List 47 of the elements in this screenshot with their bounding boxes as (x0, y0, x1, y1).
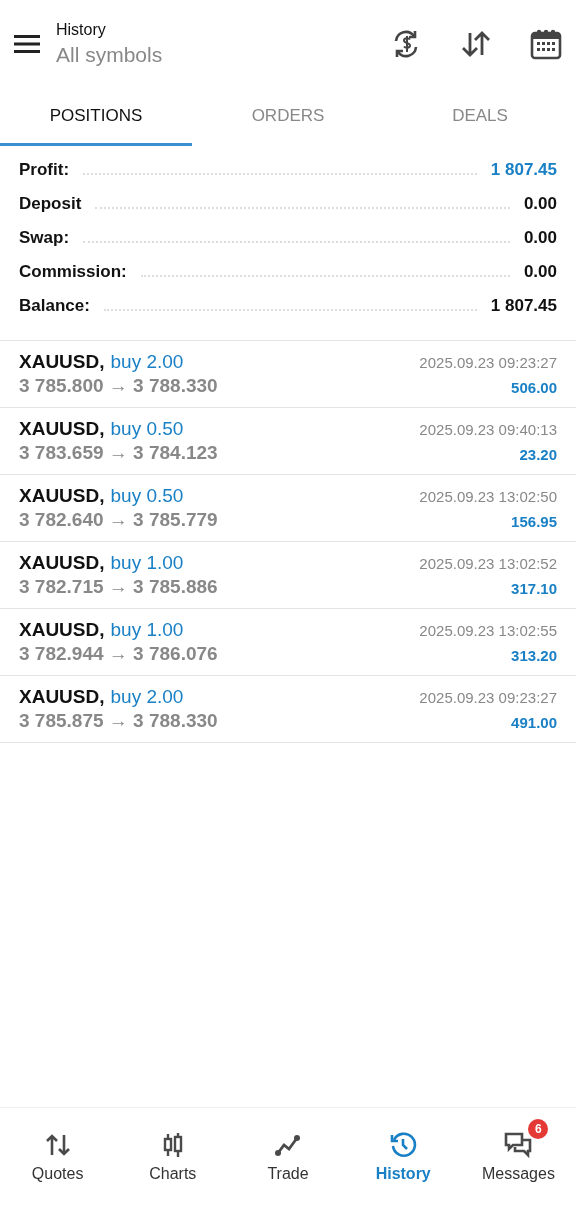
trade-volume: buy 1.00 (110, 619, 184, 641)
trade-time: 2025.09.23 09:23:27 (419, 354, 557, 371)
trade-volume: buy 2.00 (110, 686, 184, 708)
symbol-text: XAUUSD, (19, 552, 105, 574)
summary-label: Balance: (19, 296, 90, 316)
trade-time: 2025.09.23 13:02:55 (419, 622, 557, 639)
price-range: 3 783.659 → 3 784.123 (19, 442, 218, 464)
symbol-text: XAUUSD, (19, 418, 105, 440)
trade-profit: 491.00 (511, 714, 557, 731)
price-range: 3 782.715 → 3 785.886 (19, 576, 218, 598)
symbol-filter[interactable]: All symbols (56, 43, 390, 67)
menu-icon[interactable] (14, 34, 40, 54)
price-range: 3 785.875 → 3 788.330 (19, 710, 218, 732)
summary-label: Deposit (19, 194, 82, 214)
summary-label: Commission: (19, 262, 127, 282)
summary-value: 1 807.45 (490, 160, 557, 180)
trade-time: 2025.09.23 13:02:52 (419, 555, 557, 572)
price-range: 3 782.640 → 3 785.779 (19, 509, 218, 531)
symbol-text: XAUUSD, (19, 351, 105, 373)
summary-label: Profit: (19, 160, 70, 180)
price-range: 3 782.944 → 3 786.076 (19, 643, 218, 665)
chat-icon (504, 1131, 533, 1159)
trade-profit: 317.10 (511, 580, 557, 597)
history-icon (389, 1131, 418, 1159)
summary-value: 1 807.45 (490, 296, 557, 316)
symbol-text: XAUUSD, (19, 485, 105, 507)
trade-time: 2025.09.23 09:40:13 (419, 421, 557, 438)
screen-title: History (56, 21, 107, 39)
trade-volume: buy 2.00 (110, 351, 184, 373)
trade-profit: 506.00 (511, 379, 557, 396)
price-range: 3 785.800 → 3 788.330 (19, 375, 218, 397)
trade-time: 2025.09.23 09:23:27 (419, 689, 557, 706)
summary-value: 0.00 (523, 262, 557, 282)
trade-time: 2025.09.23 13:02:50 (419, 488, 557, 505)
trade-profit: 23.20 (519, 446, 557, 463)
summary-label: Swap: (19, 228, 70, 248)
symbol-text: XAUUSD, (19, 619, 105, 641)
trade-profit: 313.20 (511, 647, 557, 664)
summary-value: 0.00 (523, 194, 557, 214)
symbol-text: XAUUSD, (19, 686, 105, 708)
trade-volume: buy 0.50 (110, 418, 184, 440)
trade-volume: buy 1.00 (110, 552, 184, 574)
unread-badge: 6 (528, 1119, 549, 1139)
trade-volume: buy 0.50 (110, 485, 184, 507)
calendar-icon[interactable] (530, 28, 562, 60)
trade-profit: 156.95 (511, 513, 557, 530)
summary-value: 0.00 (523, 228, 557, 248)
